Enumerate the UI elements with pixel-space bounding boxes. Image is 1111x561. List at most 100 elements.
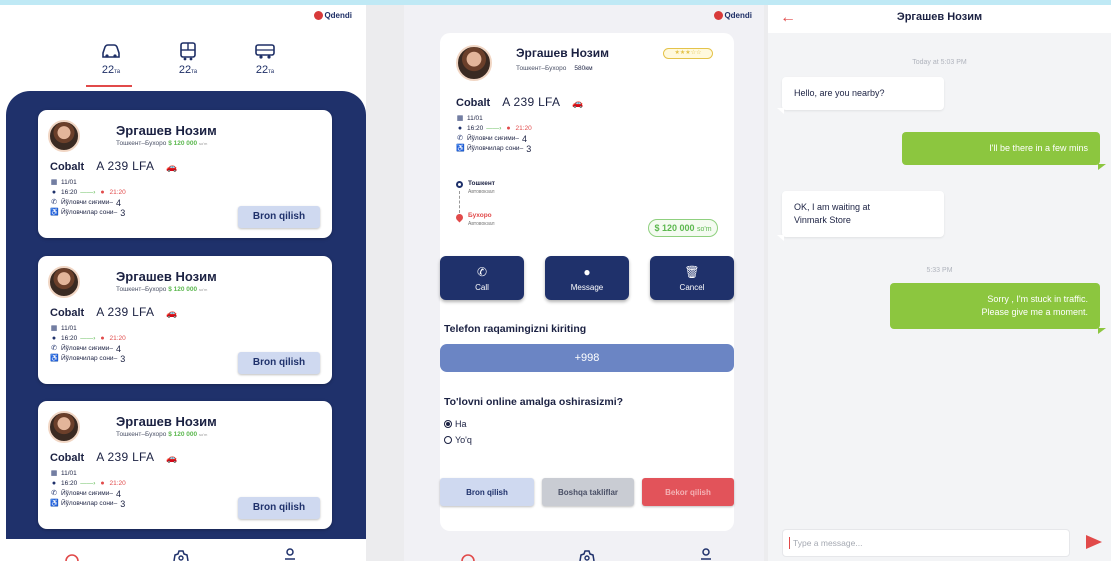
car-info: Cobalt A 239 LFA 🚗 — [50, 450, 178, 464]
payment-question: To'lovni online amalga oshirasizmi? — [444, 396, 624, 408]
tab-minibus[interactable]: 22та — [242, 41, 288, 87]
car-info: Cobalt A 239 LFA 🚗 — [456, 95, 584, 109]
clock-red-icon: ● — [506, 125, 511, 132]
message-outgoing: I'll be there in a few mins — [902, 132, 1106, 170]
route-text: Тошкент–Бухоро $ 120 000 so'm — [116, 431, 208, 438]
trip-detail-screen: Qdendi Эргашев Нозим ★★★☆☆ Тошкент–Бухор… — [404, 5, 764, 561]
trip-list-screen: Qdendi 22та 22та 22та Эргашев Нозим Тошк… — [0, 5, 366, 561]
vehicle-tabs: 22та 22та 22та — [88, 41, 288, 87]
home-icon[interactable] — [62, 547, 82, 561]
app-logo: Qdendi — [714, 11, 752, 20]
calendar-icon: ▦ — [456, 115, 464, 122]
trip-meta: ▦ 11/01 ● 16:20 ——› ● 21:20 ✆ Йўловчи сиғими– 4… — [456, 115, 532, 154]
phone-icon: ✆ — [476, 264, 488, 279]
call-button[interactable]: ✆ Call — [440, 256, 524, 300]
settings-icon[interactable] — [171, 547, 191, 561]
book-button[interactable]: Bron qilish — [238, 352, 320, 374]
clock-icon: ● — [51, 189, 57, 196]
app-stage: Qdendi 22та 22та 22та Эргашев Нозим Тошк… — [0, 0, 1111, 561]
other-offers-button[interactable]: Boshqa takliflar — [542, 478, 634, 506]
route-stops: Тошкент Автовокзал Бухоро Автовокзал — [454, 180, 495, 244]
book-button[interactable]: Bron qilish — [440, 478, 534, 506]
cancel-button[interactable]: 🗑 Cancel — [650, 256, 734, 300]
bottom-nav — [0, 539, 366, 561]
phone-icon: ✆ — [457, 135, 463, 142]
chat-header: ← Эргашев Нозим — [768, 5, 1111, 33]
bus-icon — [180, 42, 196, 61]
avatar — [456, 45, 492, 81]
timestamp: 5:33 PM — [926, 267, 953, 274]
clock-red-icon: ● — [100, 189, 105, 196]
seat-icon: ♿ — [50, 209, 59, 216]
car-icon — [102, 44, 120, 58]
clock-icon: ● — [51, 335, 57, 342]
app-logo: Qdendi — [314, 11, 352, 20]
tab-bus[interactable]: 22та — [165, 41, 211, 87]
action-buttons: ✆ Call ● Message 🗑 Cancel — [440, 256, 734, 302]
driver-name: Эргашев Нозим — [116, 269, 217, 284]
trip-card[interactable]: Эргашев Нозим Тошкент–Бухоро $ 120 000 s… — [38, 256, 332, 384]
minibus-icon — [255, 44, 275, 59]
profile-icon[interactable] — [696, 547, 716, 561]
trip-card[interactable]: Эргашев Нозим Тошкент–Бухоро $ 120 000 s… — [38, 401, 332, 529]
settings-icon[interactable] — [577, 547, 597, 561]
clock-icon: ● — [51, 480, 57, 487]
radio-empty-icon — [444, 436, 452, 444]
seat-icon: ♿ — [50, 500, 59, 507]
driver-name: Эргашев Нозим — [116, 123, 217, 138]
tab-car[interactable]: 22та — [88, 41, 134, 87]
message-button[interactable]: ● Message — [545, 256, 629, 300]
car-info: Cobalt A 239 LFA 🚗 — [50, 159, 178, 173]
reject-button[interactable]: Bekor qilish — [642, 478, 734, 506]
message-incoming: Hello, are you nearby? — [777, 77, 944, 114]
calendar-icon: ▦ — [50, 179, 58, 186]
phone-icon: ✆ — [51, 345, 57, 352]
phone-prompt: Telefon raqamingizni kiriting — [444, 323, 587, 335]
home-icon[interactable] — [458, 547, 478, 561]
trip-meta: ▦ 11/01 ● 16:20 ——› ● 21:20 ✆ Йўловчи сиғими– 4… — [50, 470, 126, 509]
seat-icon: ♿ — [50, 355, 59, 362]
message-outgoing: Sorry , I'm stuck in traffic. Please give… — [890, 283, 1106, 334]
message-incoming: OK, I am waiting at Vinmark Store — [777, 191, 944, 241]
trip-meta: ▦ 11/01 ● 16:20 ——› ● 21:20 ✆ Йўловчи сиғими– 4… — [50, 179, 126, 218]
send-icon[interactable] — [1086, 535, 1102, 549]
phone-icon: ✆ — [51, 199, 57, 206]
profile-icon[interactable] — [280, 547, 300, 561]
car-icon: 🚗 — [166, 453, 178, 463]
car-icon: 🚗 — [572, 98, 584, 108]
payment-option-no[interactable]: Yo'q — [444, 435, 472, 445]
clock-red-icon: ● — [100, 335, 105, 342]
origin-pin-icon — [456, 181, 463, 188]
radio-selected-icon — [444, 420, 452, 428]
route-text: Тошкент–Бухоро 580км — [516, 65, 593, 72]
car-icon: 🚗 — [166, 162, 178, 172]
message-input[interactable]: Type a message... — [782, 529, 1070, 557]
message-icon: ● — [583, 264, 591, 279]
timestamp: Today at 5:03 PM — [912, 59, 967, 66]
trip-meta: ▦ 11/01 ● 16:20 ——› ● 21:20 ✆ Йўловчи сиғими– 4… — [50, 325, 126, 364]
destination-pin-icon — [454, 212, 465, 223]
phone-icon: ✆ — [51, 490, 57, 497]
active-tab-indicator — [86, 85, 132, 87]
payment-option-yes[interactable]: Ha — [444, 419, 467, 429]
book-button[interactable]: Bron qilish — [238, 497, 320, 519]
calendar-icon: ▦ — [50, 325, 58, 332]
car-info: Cobalt A 239 LFA 🚗 — [50, 305, 178, 319]
trash-icon: 🗑 — [684, 264, 700, 279]
phone-input[interactable]: +998 — [440, 344, 734, 372]
avatar — [48, 120, 80, 152]
trip-card[interactable]: Эргашев Нозим Тошкент–Бухоро $ 120 000 s… — [38, 110, 332, 238]
chat-screen: ← Эргашев Нозим Today at 5:03 PM Hello, … — [768, 5, 1111, 561]
car-icon: 🚗 — [166, 308, 178, 318]
route-text: Тошкент–Бухоро $ 120 000 so'm — [116, 140, 208, 147]
route-text: Тошкент–Бухоро $ 120 000 so'm — [116, 286, 208, 293]
clock-red-icon: ● — [100, 480, 105, 487]
avatar — [48, 411, 80, 443]
driver-name: Эргашев Нозим — [516, 46, 609, 60]
chat-title: Эргашев Нозим — [896, 11, 983, 23]
rating-badge: ★★★☆☆ — [663, 48, 713, 59]
price-badge: $ 120 000 so'm — [648, 219, 718, 237]
clock-icon: ● — [457, 125, 463, 132]
book-button[interactable]: Bron qilish — [238, 206, 320, 228]
trip-detail-card: Эргашев Нозим ★★★☆☆ Тошкент–Бухоро 580км … — [440, 33, 734, 531]
